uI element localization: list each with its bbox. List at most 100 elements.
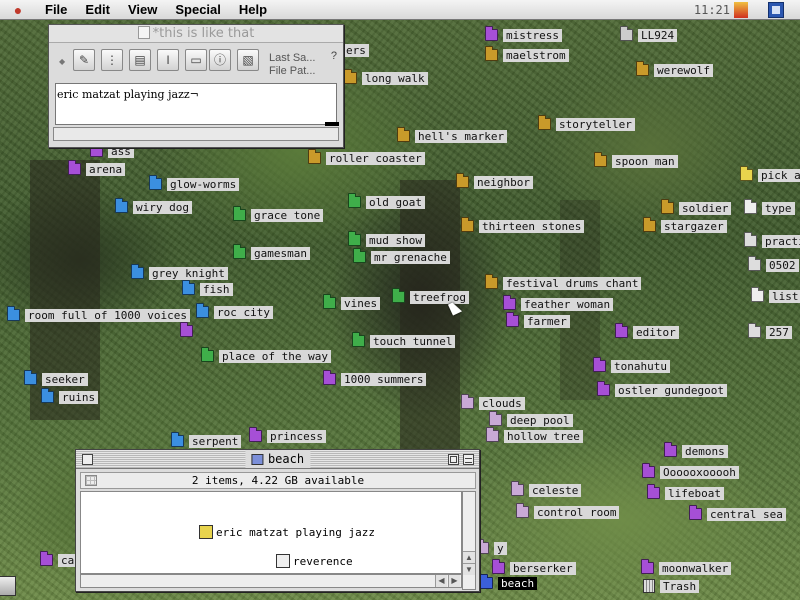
desktop-icon[interactable]: practi bbox=[744, 232, 800, 249]
desktop-icon[interactable]: list bbox=[751, 287, 800, 304]
desktop-icon[interactable]: feather woman bbox=[503, 295, 614, 312]
finder-content[interactable]: eric matzat playing jazz reverence bbox=[80, 491, 462, 574]
desktop-icon[interactable]: LL924 bbox=[620, 26, 678, 43]
desktop-icon[interactable]: celeste bbox=[511, 481, 582, 498]
scroll-thumb[interactable] bbox=[325, 122, 339, 126]
desktop-icon[interactable]: deep pool bbox=[489, 411, 573, 428]
desktop-icon[interactable]: grey knight bbox=[131, 264, 228, 281]
finder-titlebar[interactable]: beach bbox=[76, 450, 479, 469]
desktop-icon[interactable]: type bbox=[744, 199, 795, 216]
apple-menu-icon[interactable]: ● bbox=[0, 2, 36, 18]
desktop-icon[interactable]: princess bbox=[249, 427, 326, 444]
desktop-icon[interactable]: lifeboat bbox=[647, 484, 724, 501]
desktop-icon[interactable]: vines bbox=[323, 294, 381, 311]
zoom-box[interactable] bbox=[448, 454, 459, 465]
application-icon[interactable] bbox=[734, 2, 748, 18]
close-box[interactable] bbox=[82, 454, 93, 465]
desktop-icon[interactable]: berserker bbox=[492, 559, 576, 576]
desktop-icon[interactable]: mr grenache bbox=[353, 248, 450, 265]
finder-item-clipping[interactable]: eric matzat playing jazz bbox=[199, 525, 375, 539]
desktop-icon[interactable]: festival drums chant bbox=[485, 274, 642, 291]
desktop-icon[interactable]: touch tunnel bbox=[352, 332, 456, 349]
collapse-box[interactable] bbox=[463, 454, 474, 465]
desktop-icon[interactable]: gamesman bbox=[233, 244, 310, 261]
desktop-icon[interactable]: mistress bbox=[485, 26, 562, 43]
desktop-icon[interactable]: maelstrom bbox=[485, 46, 569, 63]
folder-icon bbox=[461, 217, 474, 232]
pencil-button[interactable]: ✎ bbox=[73, 49, 95, 71]
desktop-icon[interactable]: pick a bbox=[740, 166, 800, 183]
cursor-button[interactable]: I bbox=[157, 49, 179, 71]
finder-item-document[interactable]: reverence bbox=[276, 554, 353, 568]
desktop-icon[interactable]: ruins bbox=[41, 388, 99, 405]
desktop-icon[interactable]: neighbor bbox=[456, 173, 533, 190]
desktop-icon[interactable]: tonahutu bbox=[593, 357, 670, 374]
scroll-right-arrow[interactable]: ▶ bbox=[448, 575, 460, 587]
desktop-icon[interactable]: glow-worms bbox=[149, 175, 240, 192]
document-text[interactable]: eric matzat playing jazz¬ bbox=[57, 88, 199, 101]
desktop-icon[interactable]: editor bbox=[615, 323, 679, 340]
desktop-icon[interactable]: werewolf bbox=[636, 61, 713, 78]
page-button[interactable]: ▤ bbox=[129, 49, 151, 71]
menu-special[interactable]: Special bbox=[166, 0, 230, 20]
desktop-icon[interactable]: grace tone bbox=[233, 206, 324, 223]
application-menu-icon[interactable] bbox=[768, 2, 784, 18]
finder-window[interactable]: beach 2 items, 4.22 GB available eric ma… bbox=[75, 449, 480, 592]
menu-edit[interactable]: Edit bbox=[76, 0, 119, 20]
menu-clock[interactable]: 11:21 bbox=[694, 0, 730, 20]
desktop-icon[interactable]: thirteen stones bbox=[461, 217, 585, 234]
desktop-icon[interactable]: roller coaster bbox=[308, 149, 425, 166]
scroll-up-arrow[interactable]: ▲ bbox=[463, 551, 475, 563]
desktop-icon-beach[interactable]: beach bbox=[480, 574, 538, 591]
scroll-left-arrow[interactable]: ◀ bbox=[435, 575, 447, 587]
desktop-icon[interactable]: storyteller bbox=[538, 115, 635, 132]
document-window[interactable]: *this is like that ◆ ✎ ⋮ ▤ I ▭ ⓘ ▧ Last … bbox=[48, 24, 344, 148]
desktop-icon[interactable]: Oooooxooooh bbox=[642, 463, 739, 480]
desktop-icon[interactable]: room full of 1000 voices bbox=[7, 306, 190, 323]
horizontal-scrollbar[interactable]: ◀ ▶ bbox=[80, 574, 462, 588]
menu-help[interactable]: Help bbox=[230, 0, 276, 20]
desktop-icon[interactable]: 257 bbox=[748, 323, 792, 340]
desktop-icon[interactable]: arena bbox=[68, 160, 126, 177]
desktop-icon[interactable]: hell's marker bbox=[397, 127, 508, 144]
desktop-icon[interactable]: control room bbox=[516, 503, 620, 520]
vertical-scrollbar[interactable]: ▲ ▼ bbox=[462, 491, 476, 590]
desktop-icon[interactable]: fish bbox=[182, 280, 233, 297]
desktop-icon[interactable]: farmer bbox=[506, 312, 570, 329]
folder-icon bbox=[486, 427, 499, 442]
desktop-icon[interactable]: mud show bbox=[348, 231, 425, 248]
desktop-icon-trash[interactable]: Trash bbox=[643, 578, 700, 594]
desktop-icon[interactable]: old goat bbox=[348, 193, 425, 210]
desktop-icon[interactable] bbox=[180, 322, 193, 339]
menu-view[interactable]: View bbox=[119, 0, 166, 20]
desktop-icon[interactable]: seeker bbox=[24, 370, 88, 387]
open-button[interactable]: ▭ bbox=[185, 49, 207, 71]
desktop-icon[interactable]: stargazer bbox=[643, 217, 727, 234]
desktop-icon[interactable]: place of the way bbox=[201, 347, 331, 364]
desktop-icon[interactable]: ostler gundegoot bbox=[597, 381, 727, 398]
horizontal-scrollbar[interactable] bbox=[53, 127, 339, 141]
desktop-icon[interactable]: long walk bbox=[344, 69, 428, 86]
help-button[interactable]: ? bbox=[331, 50, 337, 62]
desktop-icon[interactable]: roc city bbox=[196, 303, 273, 320]
desktop-icon[interactable]: y bbox=[476, 539, 507, 556]
document-icon-button[interactable]: ▧ bbox=[237, 49, 259, 71]
desktop-icon[interactable]: 0502 bbox=[748, 256, 799, 273]
desktop-icon[interactable]: serpent bbox=[171, 432, 242, 449]
hard-drive-icon[interactable] bbox=[0, 576, 16, 596]
desktop-icon[interactable]: moonwalker bbox=[641, 559, 732, 576]
desktop-icon[interactable]: central sea bbox=[689, 505, 786, 522]
desktop-icon[interactable]: 1000 summers bbox=[323, 370, 427, 387]
desktop-icon[interactable]: hollow tree bbox=[486, 427, 583, 444]
desktop-icon[interactable]: wiry dog bbox=[115, 198, 192, 215]
desktop-icon[interactable]: demons bbox=[664, 442, 728, 459]
document-titlebar[interactable]: *this is like that bbox=[49, 25, 343, 43]
scroll-down-arrow[interactable]: ▼ bbox=[463, 563, 475, 575]
list-button[interactable]: ⋮ bbox=[101, 49, 123, 71]
desktop-icon[interactable]: spoon man bbox=[594, 152, 678, 169]
desktop-icon[interactable]: ca bbox=[40, 551, 78, 568]
info-button[interactable]: ⓘ bbox=[209, 49, 231, 71]
desktop-icon[interactable]: soldier bbox=[661, 199, 732, 216]
menu-file[interactable]: File bbox=[36, 0, 76, 20]
desktop-icon[interactable]: clouds bbox=[461, 394, 525, 411]
